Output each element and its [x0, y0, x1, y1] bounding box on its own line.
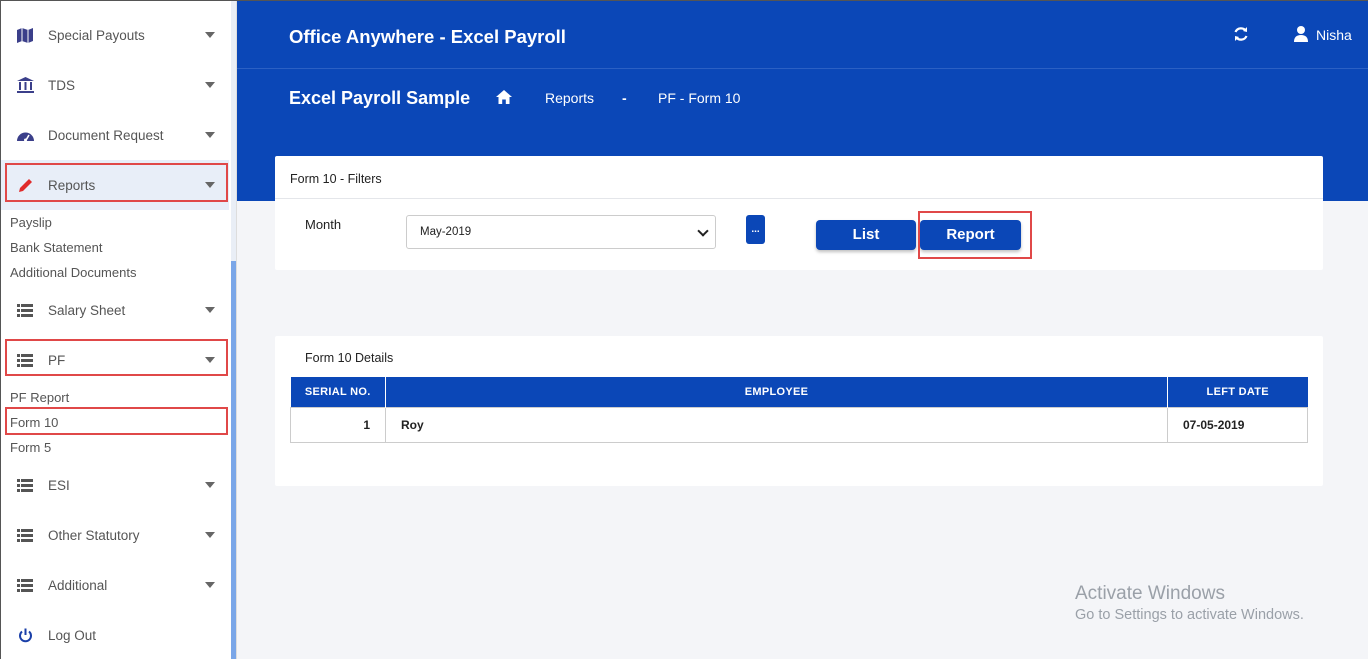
- activate-windows-subtitle: Go to Settings to activate Windows.: [1075, 607, 1304, 623]
- cell-employee: Roy: [385, 406, 1168, 443]
- month-select-value: May-2019: [420, 226, 472, 238]
- sidebar-item-esi[interactable]: ESI: [1, 460, 229, 510]
- month-label: Month: [305, 217, 342, 232]
- user-name[interactable]: Nisha: [1316, 27, 1352, 43]
- cell-serial: 1: [290, 406, 386, 443]
- sidebar-item-label: ESI: [48, 477, 70, 493]
- user-icon[interactable]: [1294, 26, 1308, 42]
- app-title: Office Anywhere - Excel Payroll: [289, 26, 566, 47]
- filters-title: Form 10 - Filters: [290, 172, 382, 186]
- sidebar-item-label: Other Statutory: [48, 527, 140, 543]
- home-icon[interactable]: [496, 90, 512, 104]
- sidebar-subitem-bank-statement[interactable]: Bank Statement: [10, 240, 103, 255]
- bank-icon: [15, 75, 35, 95]
- activate-windows-title: Activate Windows: [1075, 583, 1225, 604]
- sidebar-item-label: Special Payouts: [48, 27, 145, 43]
- chevron-down-icon: [205, 307, 215, 313]
- refresh-icon[interactable]: [1233, 26, 1249, 42]
- sidebar-scrollbar[interactable]: [231, 261, 236, 659]
- details-table: SERIAL NO. EMPLOYEE LEFT DATE 1 Roy 07-0…: [290, 377, 1308, 443]
- dashboard-icon: [15, 125, 35, 145]
- month-select[interactable]: May-2019: [406, 215, 716, 249]
- sidebar-item-salary-sheet[interactable]: Salary Sheet: [1, 285, 229, 335]
- chevron-down-icon: [205, 482, 215, 488]
- details-title: Form 10 Details: [305, 351, 394, 365]
- sidebar-subitem-payslip[interactable]: Payslip: [10, 215, 52, 230]
- list-icon: [15, 300, 35, 320]
- sidebar-item-additional[interactable]: Additional: [1, 560, 229, 610]
- chevron-down-icon: [205, 82, 215, 88]
- sidebar-item-label: Log Out: [48, 627, 97, 643]
- sidebar: Special Payouts TDS Document Request Rep…: [1, 1, 237, 659]
- cell-left-date: 07-05-2019: [1167, 406, 1308, 443]
- highlight-box: [5, 407, 228, 435]
- breadcrumb-current: PF - Form 10: [658, 90, 741, 106]
- month-picker-button[interactable]: ...: [746, 215, 765, 244]
- column-header-serial[interactable]: SERIAL NO.: [290, 377, 386, 407]
- chevron-down-icon: [205, 132, 215, 138]
- highlight-box: [5, 339, 228, 376]
- column-header-employee[interactable]: EMPLOYEE: [385, 377, 1168, 407]
- sidebar-item-tds[interactable]: TDS: [1, 60, 229, 110]
- page-title: Excel Payroll Sample: [289, 88, 471, 108]
- filters-card: Form 10 - Filters Month May-2019 ... Lis…: [275, 156, 1323, 270]
- sidebar-item-document-request[interactable]: Document Request: [1, 110, 229, 160]
- chevron-down-icon: [205, 532, 215, 538]
- breadcrumb-separator: -: [622, 90, 627, 106]
- sidebar-subitem-pf-report[interactable]: PF Report: [10, 390, 69, 405]
- chevron-down-icon: [205, 32, 215, 38]
- column-header-left-date[interactable]: LEFT DATE: [1167, 377, 1308, 407]
- sidebar-item-label: Additional: [48, 577, 108, 593]
- header-divider: [237, 68, 1368, 69]
- power-icon: [15, 625, 35, 645]
- chevron-down-icon: [697, 225, 709, 237]
- breadcrumb-reports[interactable]: Reports: [545, 90, 594, 106]
- sidebar-item-log-out[interactable]: Log Out: [1, 610, 229, 659]
- filters-divider: [275, 198, 1323, 199]
- chevron-down-icon: [205, 582, 215, 588]
- sidebar-item-label: TDS: [48, 77, 75, 93]
- highlight-box: [918, 211, 1032, 259]
- sidebar-subitem-form-5[interactable]: Form 5: [10, 440, 51, 455]
- list-button[interactable]: List: [816, 220, 916, 250]
- map-icon: [15, 25, 35, 45]
- sidebar-subitem-additional-documents[interactable]: Additional Documents: [10, 265, 136, 280]
- list-icon: [15, 575, 35, 595]
- list-icon: [15, 525, 35, 545]
- highlight-box: [5, 163, 228, 202]
- sidebar-item-label: Document Request: [48, 127, 164, 143]
- list-icon: [15, 475, 35, 495]
- sidebar-item-other-statutory[interactable]: Other Statutory: [1, 510, 229, 560]
- sidebar-item-special-payouts[interactable]: Special Payouts: [1, 10, 229, 60]
- sidebar-item-label: Salary Sheet: [48, 302, 126, 318]
- table-row[interactable]: 1 Roy 07-05-2019: [290, 406, 1308, 443]
- details-card: Form 10 Details SERIAL NO. EMPLOYEE LEFT…: [275, 336, 1323, 486]
